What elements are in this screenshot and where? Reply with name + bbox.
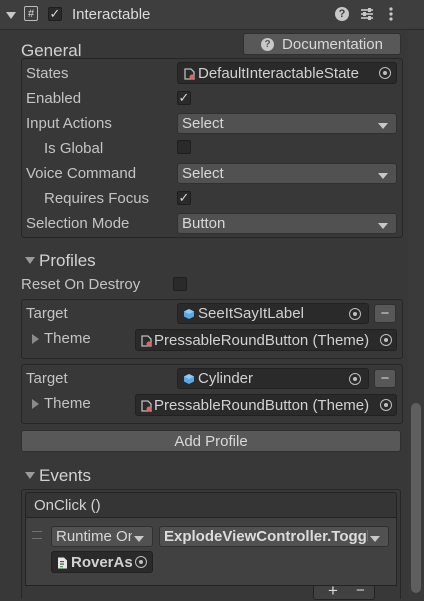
- profile-target-label: Target: [26, 305, 68, 322]
- event-footer: + −: [313, 581, 375, 600]
- requires-focus-label: Requires Focus: [44, 190, 150, 207]
- remove-target-button[interactable]: −: [374, 369, 396, 388]
- reset-on-destroy-checkbox[interactable]: [173, 277, 187, 291]
- voice-command-value: Select: [182, 165, 224, 182]
- kebab-menu-icon[interactable]: [388, 6, 394, 22]
- script-icon: #: [24, 6, 38, 21]
- profile-theme-value: PressableRoundButton (Theme): [154, 331, 370, 349]
- profile-target-value: SeeItSayItLabel: [198, 305, 304, 322]
- states-label: States: [26, 65, 69, 82]
- help-icon: ?: [261, 37, 275, 51]
- is-global-checkbox[interactable]: [177, 140, 191, 154]
- profiles-section-title: Profiles: [39, 251, 96, 270]
- remove-event-button[interactable]: −: [356, 582, 365, 599]
- object-picker-icon[interactable]: [379, 67, 391, 79]
- enabled-checkbox[interactable]: ✓: [177, 91, 191, 105]
- input-actions-dropdown[interactable]: Select: [177, 113, 397, 134]
- profile-theme-label: Theme: [44, 330, 91, 347]
- profiles-foldout-icon[interactable]: [25, 257, 35, 264]
- input-actions-label: Input Actions: [26, 115, 112, 132]
- component-title: Interactable: [72, 6, 151, 23]
- object-picker-icon[interactable]: [349, 372, 361, 385]
- profile-theme-label: Theme: [44, 395, 91, 412]
- chevron-down-icon: [134, 536, 144, 542]
- runtime-dropdown[interactable]: Runtime Only: [51, 526, 153, 547]
- chevron-down-icon: [378, 223, 388, 229]
- enabled-label: Enabled: [26, 90, 82, 107]
- onclick-title: OnClick (): [34, 497, 101, 514]
- profile-target-label: Target: [26, 370, 68, 387]
- chevron-down-icon: [378, 173, 388, 179]
- voice-command-dropdown[interactable]: Select: [177, 163, 397, 184]
- script-asset-icon: [57, 556, 68, 569]
- remove-target-button[interactable]: −: [374, 304, 396, 323]
- foldout-arrow-icon[interactable]: [6, 12, 16, 19]
- input-actions-value: Select: [182, 115, 224, 132]
- profile-theme-value: PressableRoundButton (Theme): [154, 396, 370, 414]
- profile-target-field[interactable]: SeeItSayItLabel: [177, 303, 369, 324]
- preset-icon[interactable]: [360, 6, 374, 22]
- gameobject-cube-icon: [184, 373, 194, 384]
- reset-on-destroy-label: Reset On Destroy: [21, 276, 141, 293]
- gameobject-cube-icon: [184, 308, 194, 319]
- documentation-label: Documentation: [282, 35, 383, 53]
- states-field[interactable]: DefaultInteractableState: [177, 62, 397, 84]
- object-picker-icon[interactable]: [380, 399, 392, 411]
- documentation-button[interactable]: ? Documentation: [243, 33, 401, 55]
- states-value: DefaultInteractableState: [198, 64, 359, 82]
- profile-target-value: Cylinder: [198, 370, 254, 387]
- event-object-field[interactable]: RoverAssembly: [51, 551, 153, 573]
- object-picker-icon[interactable]: [380, 334, 392, 346]
- object-picker-icon[interactable]: [349, 307, 361, 320]
- theme-foldout-icon[interactable]: [32, 399, 39, 409]
- drag-handle-icon[interactable]: [32, 531, 42, 539]
- voice-command-label: Voice Command: [26, 165, 137, 182]
- onclick-header: OnClick (): [25, 492, 397, 518]
- selection-mode-label: Selection Mode: [26, 215, 130, 232]
- chevron-down-icon: [378, 123, 388, 129]
- component-enabled-checkbox[interactable]: ✓: [48, 7, 62, 21]
- states-asset-icon: [183, 67, 195, 80]
- runtime-value: Runtime Only: [56, 528, 132, 545]
- profile-theme-field[interactable]: PressableRoundButton (Theme): [135, 329, 397, 351]
- add-event-button[interactable]: +: [328, 581, 338, 601]
- event-object-value: RoverAssembly: [71, 553, 132, 571]
- is-global-label: Is Global: [44, 140, 104, 157]
- scrollbar-thumb[interactable]: [411, 403, 421, 593]
- chevron-down-icon: [370, 536, 380, 542]
- theme-asset-icon: [140, 334, 152, 347]
- selection-mode-dropdown[interactable]: Button: [177, 213, 397, 234]
- add-profile-button[interactable]: Add Profile: [21, 430, 401, 452]
- theme-foldout-icon[interactable]: [32, 334, 39, 344]
- events-section-title: Events: [39, 466, 91, 485]
- help-icon[interactable]: ?: [335, 7, 349, 21]
- profile-target-field[interactable]: Cylinder: [177, 368, 369, 389]
- function-value: ExplodeViewController.ToggleExplodedView: [164, 528, 368, 545]
- profile-theme-field[interactable]: PressableRoundButton (Theme): [135, 394, 397, 416]
- requires-focus-checkbox[interactable]: ✓: [177, 191, 191, 205]
- object-picker-icon[interactable]: [135, 556, 147, 568]
- function-dropdown[interactable]: ExplodeViewController.ToggleExplodedView: [159, 526, 389, 547]
- component-header: # ✓ Interactable ?: [0, 0, 424, 30]
- events-foldout-icon[interactable]: [25, 472, 35, 479]
- theme-asset-icon: [140, 399, 152, 412]
- selection-mode-value: Button: [182, 215, 226, 232]
